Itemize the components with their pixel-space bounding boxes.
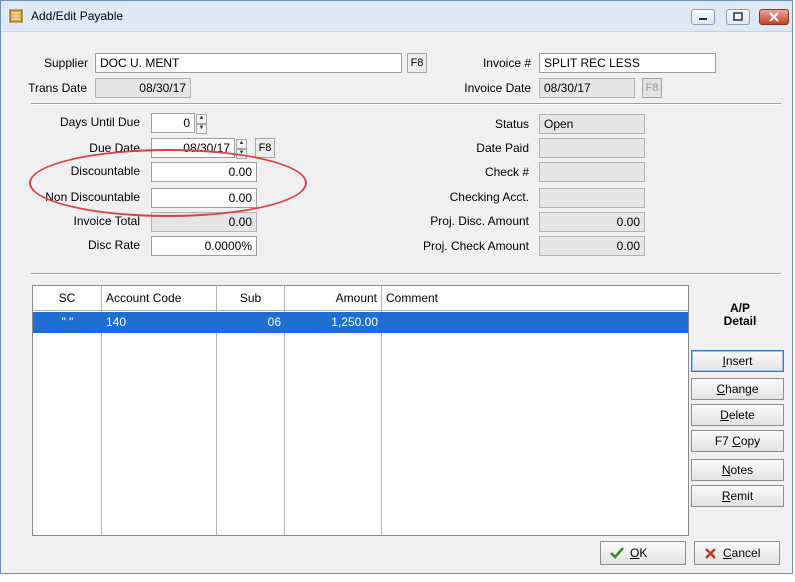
cell-account-code: 140 (106, 315, 127, 329)
invoice-date-field: 08/30/17 (539, 78, 635, 98)
cancel-button[interactable]: Cancel (694, 541, 780, 565)
remit-hotkey: R (721, 489, 731, 503)
detail-separator (31, 273, 781, 275)
column-divider (381, 310, 382, 535)
copy-label-rest: opy (740, 434, 761, 448)
delete-hotkey: D (720, 408, 729, 422)
column-header-sc[interactable]: SC (33, 286, 102, 310)
ok-label-rest: K (639, 546, 648, 560)
column-header-comment[interactable]: Comment (382, 286, 688, 310)
disc-rate-label: Disc Rate (87, 238, 140, 252)
trans-date-label: Trans Date (28, 81, 87, 95)
days-until-due-field[interactable]: 0 (151, 113, 195, 133)
minimize-button[interactable] (691, 9, 715, 25)
change-button[interactable]: Change (691, 378, 784, 400)
cancel-hotkey: C (723, 546, 732, 560)
insert-label-rest: nsert (725, 354, 753, 368)
column-divider (101, 310, 102, 535)
spin-down-icon[interactable]: ▼ (196, 124, 207, 134)
checkmark-icon (610, 547, 624, 559)
spin-up-icon[interactable]: ▲ (196, 114, 207, 124)
trans-date-field: 08/30/17 (95, 78, 191, 98)
check-number-label: Check # (484, 165, 529, 179)
remit-button[interactable]: Remit (691, 485, 784, 507)
cancel-label: Cancel (723, 542, 760, 564)
cell-comment (382, 312, 688, 333)
copy-button[interactable]: F7 Copy (691, 430, 784, 452)
column-divider (284, 310, 285, 535)
minimize-icon (699, 18, 707, 20)
ap-detail-title-line2: Detail (723, 314, 757, 328)
proj-check-amount-field: 0.00 (539, 236, 645, 256)
maximize-button[interactable] (726, 9, 750, 25)
ledger-app-icon (9, 9, 23, 23)
ok-button[interactable]: OK (600, 541, 686, 565)
date-paid-label: Date Paid (476, 141, 529, 155)
invoice-total-label: Invoice Total (73, 214, 141, 228)
title-bar[interactable]: Add/Edit Payable (1, 1, 792, 32)
maximize-icon (733, 12, 743, 21)
column-header-amount[interactable]: Amount (285, 286, 382, 310)
invoice-number-field[interactable]: SPLIT REC LESS (539, 53, 716, 73)
days-until-due-label: Days Until Due (59, 115, 140, 129)
cell-sub: 06 (267, 315, 281, 329)
delete-button[interactable]: Delete (691, 404, 784, 426)
due-date-lookup-button[interactable]: F8 (255, 138, 275, 158)
window-title: Add/Edit Payable (31, 9, 124, 23)
close-icon (769, 12, 779, 22)
days-until-due-spinner[interactable]: ▲ ▼ (196, 114, 207, 134)
cell-amount: 1,250.00 (331, 315, 378, 329)
notes-label-rest: otes (730, 463, 754, 477)
supplier-label: Supplier (43, 56, 88, 70)
disc-rate-field[interactable]: 0.0000% (151, 236, 257, 256)
change-label-rest: hange (725, 382, 759, 396)
highlight-oval (29, 149, 307, 217)
change-hotkey: C (716, 382, 726, 396)
delete-label-rest: elete (728, 408, 755, 422)
proj-disc-amount-label: Proj. Disc. Amount (430, 214, 529, 228)
status-label: Status (494, 117, 529, 131)
copy-hotkey: C (732, 434, 741, 448)
notes-button[interactable]: Notes (691, 459, 784, 481)
proj-check-amount-label: Proj. Check Amount (422, 239, 529, 253)
status-field: Open (539, 114, 645, 134)
close-button[interactable] (759, 9, 789, 25)
date-paid-field (539, 138, 645, 158)
supplier-field[interactable]: DOC U. MENT (95, 53, 402, 73)
supplier-lookup-button[interactable]: F8 (407, 53, 427, 73)
add-edit-payable-window: Add/Edit Payable Supplier DOC U. MENT F8… (0, 0, 793, 574)
ap-detail-grid[interactable]: SC Account Code Sub Amount Comment " " 1… (32, 285, 689, 536)
column-header-sub[interactable]: Sub (217, 286, 285, 310)
spin-up-icon[interactable]: ▲ (236, 139, 247, 149)
invoice-date-lookup-button[interactable]: F8 (642, 78, 662, 98)
insert-button[interactable]: Insert (691, 350, 784, 372)
proj-disc-amount-field: 0.00 (539, 212, 645, 232)
header-separator (31, 103, 781, 105)
ok-hotkey: O (630, 546, 640, 560)
checking-acct-label: Checking Acct. (449, 190, 529, 204)
check-number-field (539, 162, 645, 182)
invoice-date-label: Invoice Date (464, 81, 531, 95)
table-row[interactable]: " " 140 06 1,250.00 (33, 312, 688, 333)
checking-acct-field (539, 188, 645, 208)
invoice-number-label: Invoice # (482, 56, 531, 70)
cell-sc: " " (61, 315, 74, 329)
ap-detail-title: A/P Detail (701, 302, 779, 328)
ok-label: OK (630, 542, 647, 564)
copy-prefix: F7 (714, 434, 733, 448)
cancel-x-icon (705, 548, 716, 559)
cancel-label-rest: ancel (731, 546, 761, 560)
remit-label-rest: emit (730, 489, 754, 503)
column-header-account-code[interactable]: Account Code (102, 286, 217, 310)
grid-header-divider (33, 310, 688, 311)
column-divider (216, 310, 217, 535)
